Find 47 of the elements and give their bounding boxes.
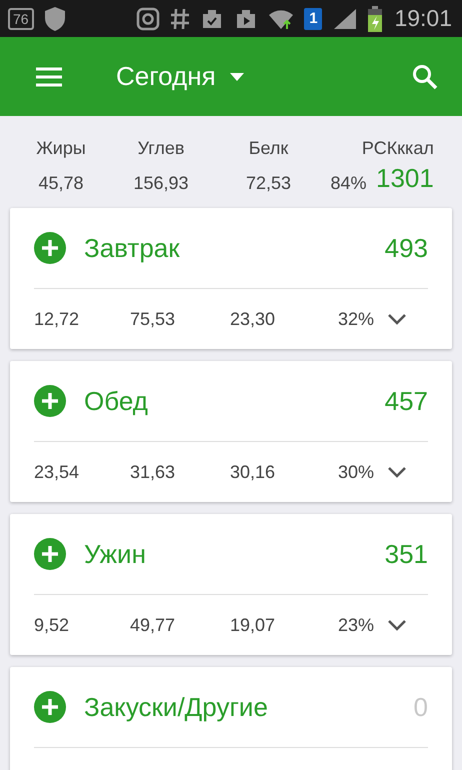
battery-charging-icon <box>368 6 382 32</box>
nutrient-value: 23,54 <box>34 462 80 482</box>
meal-name: Ужин <box>84 538 147 570</box>
nutrient-value: 23% <box>338 614 376 636</box>
nutrient-value: 32% <box>338 308 376 330</box>
nutrient-value: 31,63 <box>130 462 176 482</box>
chevron-down-icon[interactable] <box>388 466 406 478</box>
meal-name: Закуски/Другие <box>84 692 269 722</box>
date-title[interactable]: Сегодня <box>116 61 216 92</box>
nutrient-label: РСКккал <box>360 138 434 159</box>
add-icon[interactable] <box>34 538 66 570</box>
add-icon[interactable] <box>34 691 66 723</box>
nutrient-label: Белк <box>248 138 290 159</box>
hash-icon <box>170 6 190 30</box>
add-icon[interactable] <box>34 232 66 264</box>
calorie-total: 1301 <box>376 163 434 194</box>
sim-card-icon: 1 <box>304 8 322 30</box>
nutrient-total: 84% <box>329 173 368 194</box>
meal-calories: 493 <box>384 232 428 264</box>
chevron-down-icon[interactable] <box>388 314 406 324</box>
meal-name: Обед <box>84 386 149 416</box>
notification-badge: 76 <box>8 8 34 30</box>
nutrient-label: Углев <box>136 138 186 159</box>
nutrient-total: 72,53 <box>244 173 292 194</box>
nutrient-total: 45,78 <box>37 173 85 194</box>
dropdown-caret-icon[interactable] <box>230 72 244 80</box>
nutrient-value: 75,53 <box>130 308 176 330</box>
nutrient-total: 156,93 <box>132 173 190 194</box>
meal-calories: 351 <box>384 538 428 570</box>
camera-icon <box>136 6 160 30</box>
meal-calories: 457 <box>384 386 428 416</box>
add-icon[interactable] <box>34 385 66 417</box>
nutrient-label: Жиры <box>35 138 87 159</box>
chevron-down-icon[interactable] <box>388 620 406 630</box>
clock-time: 19:01 <box>394 5 452 32</box>
nutrient-value: 30,16 <box>230 462 276 482</box>
nutrient-value: 30% <box>338 462 376 482</box>
nutrient-value: 23,30 <box>230 308 276 330</box>
nutrient-value: 19,07 <box>230 614 276 636</box>
shield-icon <box>44 6 66 32</box>
nutrient-value: 12,72 <box>34 308 80 330</box>
nutrient-value: 9,52 <box>34 614 70 636</box>
menu-icon[interactable] <box>36 66 62 86</box>
signal-icon <box>332 6 358 30</box>
meal-name: Завтрак <box>84 232 181 264</box>
search-icon[interactable] <box>412 64 438 90</box>
nutrient-value: 49,77 <box>130 614 176 636</box>
